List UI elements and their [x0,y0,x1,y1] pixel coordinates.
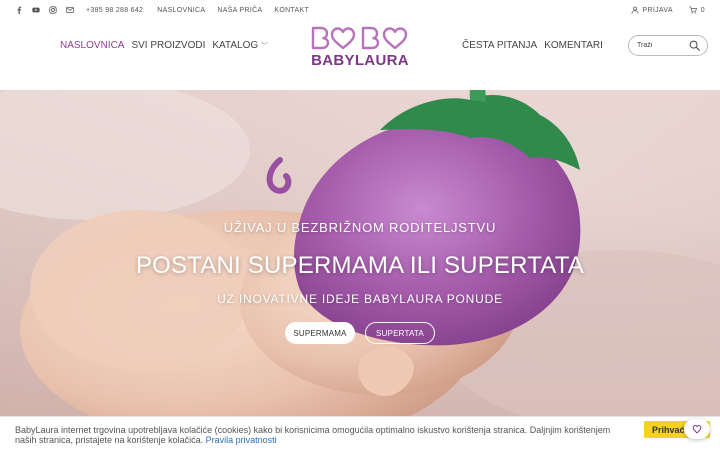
main-header: NASLOVNICA SVI PROIZVODI KATALOG ﹀ BABYL… [0,20,720,90]
nav-item-katalog-label: KATALOG [212,40,259,51]
supertata-button[interactable]: SUPERTATA [365,322,435,344]
facebook-icon[interactable] [15,6,23,14]
main-nav-left: NASLOVNICA SVI PROIZVODI KATALOG ﹀ [60,40,268,51]
top-link-naslovnica[interactable]: NASLOVNICA [157,7,205,14]
hero-kicker: UŽIVAJ U BEZBRIŽNOM RODITELJSTVU [223,220,497,235]
mail-icon[interactable] [66,6,74,14]
social-links [15,6,74,14]
cookie-bar: BabyLaura internet trgovina upotrebljava… [0,416,720,450]
hero-buttons: SUPERMAMA SUPERTATA [285,322,435,344]
user-icon [631,6,639,14]
chat-button[interactable] [684,419,710,439]
hero-banner: UŽIVAJ U BEZBRIŽNOM RODITELJSTVU POSTANI… [0,90,720,416]
account-area: PRIJAVA 0 [631,6,705,14]
hero-text: UŽIVAJ U BEZBRIŽNOM RODITELJSTVU POSTANI… [0,90,720,416]
chevron-down-icon: ﹀ [261,42,269,50]
brand-logo[interactable]: BABYLAURA [308,26,412,76]
heart-chat-icon [692,424,702,434]
instagram-icon[interactable] [49,6,57,14]
supermama-button[interactable]: SUPERMAMA [285,322,355,344]
search-icon[interactable] [689,40,700,51]
cart-icon [689,6,697,14]
cookie-message-text: BabyLaura internet trgovina upotrebljava… [15,425,611,445]
top-link-kontakt[interactable]: KONTAKT [274,7,309,14]
main-nav-right: ČESTA PITANJA KOMENTARI [462,40,603,51]
login-label: PRIJAVA [642,6,673,14]
youtube-icon[interactable] [32,6,40,14]
phone-number[interactable]: +385 98 288 642 [86,7,143,14]
logo-text: BABYLAURA [311,52,409,69]
privacy-policy-link[interactable]: Pravila privatnosti [206,435,277,445]
cookie-message: BabyLaura internet trgovina upotrebljava… [15,425,615,445]
hero-headline: POSTANI SUPERMAMA ILI SUPERTATA [135,252,585,279]
hero-subtitle: UZ INOVATIVNE IDEJE BABYLAURA PONUDE [217,292,503,306]
search-box [628,35,708,56]
top-bar: +385 98 288 642 NASLOVNICA NAŠA PRIČA KO… [0,0,720,20]
top-links: NASLOVNICA NAŠA PRIČA KONTAKT [157,7,309,14]
nav-item-naslovnica[interactable]: NASLOVNICA [60,40,124,51]
cart-link[interactable]: 0 [689,6,705,14]
logo-mark [311,26,408,50]
top-link-nasa-prica[interactable]: NAŠA PRIČA [217,7,262,14]
nav-item-katalog[interactable]: KATALOG ﹀ [212,40,268,51]
nav-item-svi-proizvodi[interactable]: SVI PROIZVODI [131,40,205,51]
cart-count: 0 [700,6,705,14]
search-input[interactable] [637,42,689,49]
login-link[interactable]: PRIJAVA [631,6,673,14]
nav-item-komentari[interactable]: KOMENTARI [544,40,603,51]
nav-item-cesta-pitanja[interactable]: ČESTA PITANJA [462,40,537,51]
